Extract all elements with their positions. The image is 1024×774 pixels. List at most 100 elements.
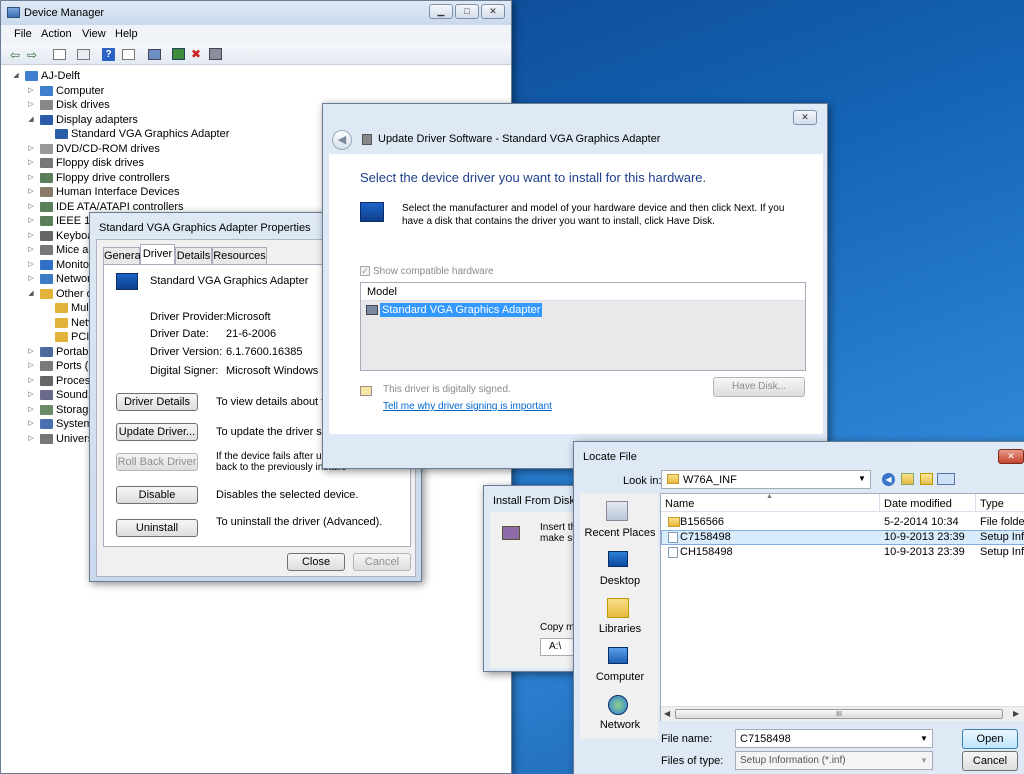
place-recent[interactable]: Recent Places xyxy=(584,527,656,539)
file-row[interactable]: B156566 5-2-2014 10:34 File folder xyxy=(661,515,1024,530)
column-name[interactable]: Name xyxy=(665,498,694,510)
model-list[interactable]: Model Standard VGA Graphics Adapter xyxy=(360,282,806,371)
tab-details[interactable]: Details xyxy=(175,247,212,264)
roll-back-driver-button[interactable]: Roll Back Driver xyxy=(116,453,198,471)
expanded-arrow-icon[interactable]: ◢ xyxy=(26,113,36,127)
floppy-disk-icon xyxy=(502,526,520,540)
driver-details-button[interactable]: Driver Details xyxy=(116,393,198,411)
file-name-input[interactable]: C7158498 ▼ xyxy=(735,729,933,748)
floppy-drive-icon xyxy=(40,158,53,168)
close-button[interactable]: Close xyxy=(287,553,345,571)
update-driver-title: Update Driver Software - Standard VGA Gr… xyxy=(378,133,661,145)
collapsed-arrow-icon[interactable]: ▷ xyxy=(26,359,36,373)
chevron-down-icon[interactable]: ▼ xyxy=(920,756,928,765)
column-type[interactable]: Type xyxy=(980,498,1004,510)
menu-file[interactable]: File xyxy=(14,28,32,40)
model-column-header[interactable]: Model xyxy=(361,283,805,301)
up-folder-icon[interactable] xyxy=(901,473,914,485)
back-icon[interactable]: ⇦ xyxy=(10,48,20,62)
collapsed-arrow-icon[interactable]: ▷ xyxy=(26,243,36,257)
update-driver-icon[interactable] xyxy=(172,48,185,60)
collapsed-arrow-icon[interactable]: ▷ xyxy=(26,229,36,243)
collapsed-arrow-icon[interactable]: ▷ xyxy=(26,432,36,446)
menu-bar: File Action View Help xyxy=(1,25,511,43)
tab-resources[interactable]: Resources xyxy=(212,247,267,264)
cancel-button[interactable]: Cancel xyxy=(353,553,411,571)
collapsed-arrow-icon[interactable]: ▷ xyxy=(26,98,36,112)
have-disk-button[interactable]: Have Disk... xyxy=(713,377,805,397)
look-in-dropdown[interactable]: W76A_INF ▼ xyxy=(661,470,871,489)
update-driver-button[interactable]: Update Driver... xyxy=(116,423,198,441)
locate-cancel-button[interactable]: Cancel xyxy=(962,751,1018,771)
device-manager-titlebar[interactable]: Device Manager ▁ □ ✕ xyxy=(1,1,511,25)
scroll-right-icon[interactable]: ▶ xyxy=(1013,709,1019,718)
menu-action[interactable]: Action xyxy=(41,28,72,40)
column-date-modified[interactable]: Date modified xyxy=(884,498,952,510)
disable-button[interactable]: Disable xyxy=(116,486,198,504)
scroll-thumb[interactable]: III xyxy=(675,709,1003,719)
collapsed-arrow-icon[interactable]: ▷ xyxy=(26,200,36,214)
file-row-selected[interactable]: C7158498 10-9-2013 23:39 Setup Infor xyxy=(661,530,1024,545)
update-driver-close-button[interactable]: ✕ xyxy=(793,110,817,125)
place-desktop[interactable]: Desktop xyxy=(584,575,656,587)
scroll-left-icon[interactable]: ◀ xyxy=(664,709,670,718)
minimize-button[interactable]: ▁ xyxy=(429,4,453,19)
expanded-arrow-icon[interactable]: ◢ xyxy=(11,69,21,83)
uninstall-button[interactable]: Uninstall xyxy=(116,519,198,537)
collapsed-arrow-icon[interactable]: ▷ xyxy=(26,388,36,402)
desktop-icon[interactable] xyxy=(608,551,628,567)
computer-place-icon[interactable] xyxy=(608,647,628,664)
collapsed-arrow-icon[interactable]: ▷ xyxy=(26,84,36,98)
back-arrow-icon[interactable]: ◀ xyxy=(332,130,352,150)
collapsed-arrow-icon[interactable]: ▷ xyxy=(26,171,36,185)
tab-general[interactable]: General xyxy=(103,247,143,264)
place-computer[interactable]: Computer xyxy=(584,671,656,683)
horizontal-scrollbar[interactable]: ◀ III ▶ xyxy=(661,706,1024,721)
collapsed-arrow-icon[interactable]: ▷ xyxy=(26,156,36,170)
controller-icon xyxy=(40,201,53,212)
libraries-icon[interactable] xyxy=(607,598,629,618)
locate-file-close-icon[interactable]: ✕ xyxy=(998,449,1024,464)
place-network[interactable]: Network xyxy=(584,719,656,731)
collapsed-arrow-icon[interactable]: ▷ xyxy=(26,185,36,199)
chevron-down-icon[interactable]: ▼ xyxy=(920,734,928,743)
menu-view[interactable]: View xyxy=(82,28,106,40)
collapsed-arrow-icon[interactable]: ▷ xyxy=(26,142,36,156)
processor-icon xyxy=(40,375,53,386)
new-folder-icon[interactable] xyxy=(920,473,933,485)
checkbox-show-compatible[interactable]: ✓ xyxy=(360,266,370,276)
disable-icon[interactable] xyxy=(209,48,222,60)
file-row[interactable]: CH158498 10-9-2013 23:39 Setup Infor xyxy=(661,545,1024,560)
help-icon[interactable]: ? xyxy=(102,48,115,61)
uninstall-icon[interactable]: ✖ xyxy=(191,47,201,61)
place-libraries[interactable]: Libraries xyxy=(584,623,656,635)
network-globe-icon[interactable] xyxy=(608,695,628,715)
model-item[interactable]: Standard VGA Graphics Adapter xyxy=(380,303,543,317)
scan-hardware-icon[interactable] xyxy=(148,49,161,60)
mouse-icon xyxy=(40,245,53,255)
tree-item-label: DVD/CD-ROM drives xyxy=(56,142,160,155)
maximize-button[interactable]: □ xyxy=(455,4,479,19)
menu-help[interactable]: Help xyxy=(115,28,138,40)
expanded-arrow-icon[interactable]: ◢ xyxy=(26,287,36,301)
properties-grid-icon[interactable] xyxy=(53,49,66,60)
forward-icon[interactable]: ⇨ xyxy=(27,48,37,62)
files-of-type-dropdown[interactable]: Setup Information (*.inf) ▼ xyxy=(735,751,933,770)
go-back-icon[interactable]: ◀ xyxy=(882,473,895,486)
close-window-button[interactable]: ✕ xyxy=(481,4,505,19)
properties-icon[interactable] xyxy=(122,49,135,60)
collapsed-arrow-icon[interactable]: ▷ xyxy=(26,214,36,228)
tab-driver[interactable]: Driver xyxy=(140,244,175,265)
driver-signing-link[interactable]: Tell me why driver signing is important xyxy=(383,401,552,412)
file-date: 10-9-2013 23:39 xyxy=(884,546,965,558)
collapsed-arrow-icon[interactable]: ▷ xyxy=(26,403,36,417)
view-menu-icon[interactable] xyxy=(937,473,955,485)
collapsed-arrow-icon[interactable]: ▷ xyxy=(26,417,36,431)
collapsed-arrow-icon[interactable]: ▷ xyxy=(26,345,36,359)
show-hide-icon[interactable] xyxy=(77,49,90,60)
collapsed-arrow-icon[interactable]: ▷ xyxy=(26,272,36,286)
recent-places-icon[interactable] xyxy=(606,501,628,521)
collapsed-arrow-icon[interactable]: ▷ xyxy=(26,374,36,388)
collapsed-arrow-icon[interactable]: ▷ xyxy=(26,258,36,272)
open-button[interactable]: Open xyxy=(962,729,1018,749)
